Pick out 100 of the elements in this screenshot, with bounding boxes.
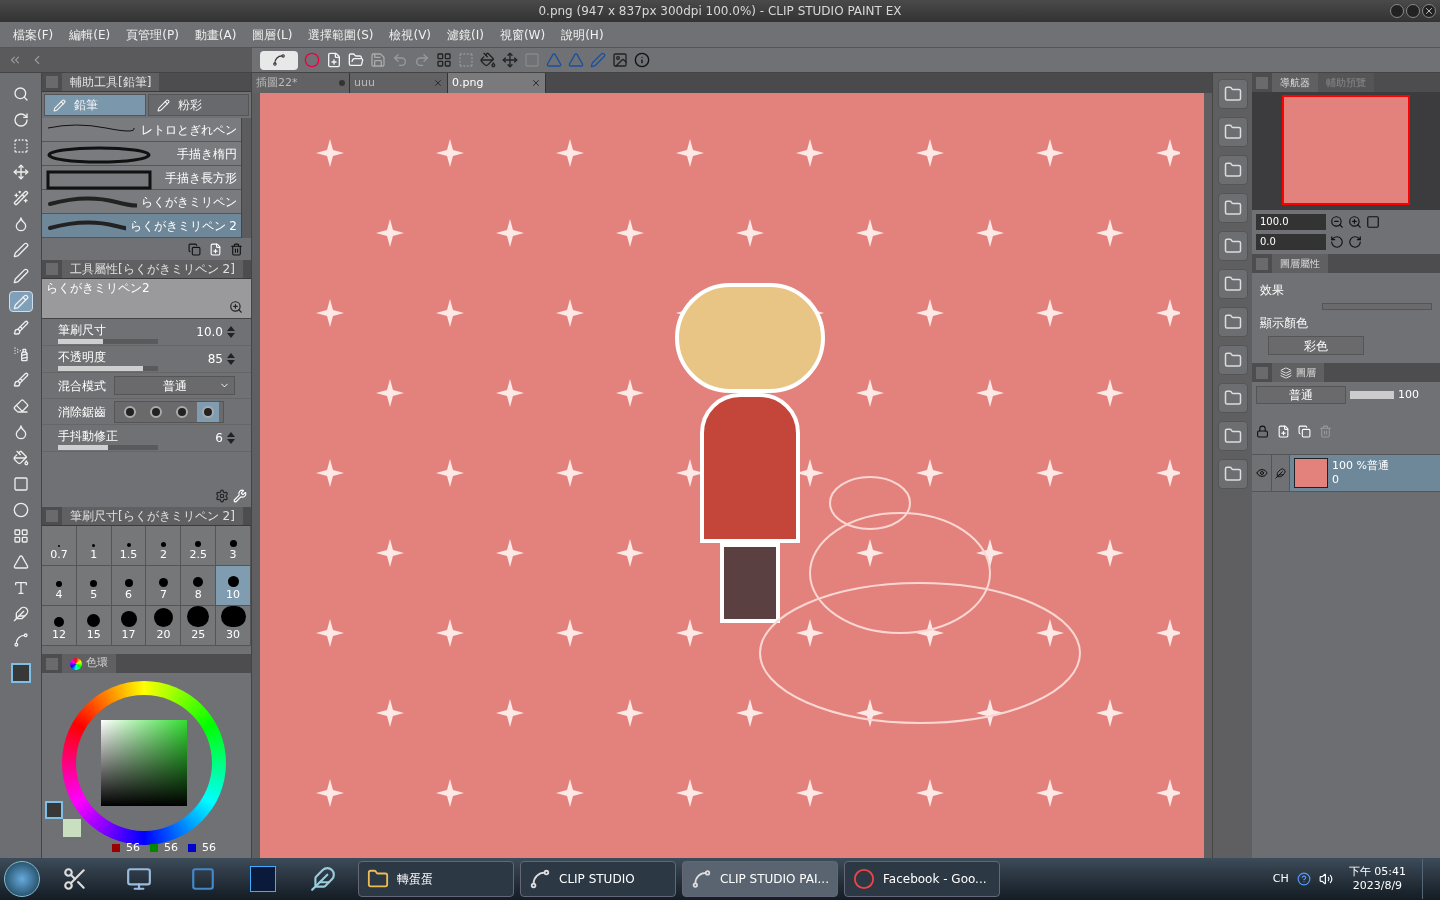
blend-mode-dropdown[interactable]: 普通: [114, 376, 235, 395]
menu-item[interactable]: 頁管理(P): [121, 25, 184, 44]
menu-item[interactable]: 濾鏡(I): [442, 25, 489, 44]
brush-size-cell[interactable]: 12: [42, 606, 77, 646]
menu-item[interactable]: 視窗(W): [494, 25, 551, 44]
rotation-field[interactable]: 0.0: [1256, 234, 1326, 250]
brush-size-cell[interactable]: 20: [146, 606, 182, 646]
minimize-button[interactable]: [1390, 4, 1404, 18]
menu-item[interactable]: 圖層(L): [247, 25, 298, 44]
start-button[interactable]: [4, 861, 40, 897]
brush-size-cell[interactable]: 0.7: [42, 526, 77, 566]
brush-size-cell[interactable]: 1: [76, 526, 112, 566]
transform-icon[interactable]: [502, 52, 518, 68]
panel-tab[interactable]: 筆刷尺寸[らくがきミリペン 2]: [62, 507, 243, 525]
gear-icon[interactable]: [215, 489, 229, 503]
taskbar-button[interactable]: Facebook - Goo...: [844, 861, 1000, 897]
lock-icon[interactable]: [1256, 424, 1269, 438]
folder-icon[interactable]: [1223, 275, 1242, 293]
brush-size-cell[interactable]: 6: [111, 566, 147, 606]
menu-item[interactable]: 編輯(E): [64, 25, 116, 44]
folder-button[interactable]: [1217, 345, 1248, 375]
info-icon[interactable]: [634, 52, 650, 68]
zoom-in-icon[interactable]: [1348, 215, 1362, 229]
subtool-group-tab[interactable]: 粉彩: [147, 94, 249, 116]
help-icon[interactable]: [1296, 872, 1311, 886]
brush-list-item[interactable]: らくがきミリペン: [42, 190, 241, 214]
brush-size-cell[interactable]: 17: [111, 606, 147, 646]
brush-size-cell[interactable]: 7: [146, 566, 182, 606]
slider-track[interactable]: [58, 444, 158, 450]
rotate-right-icon[interactable]: [1348, 235, 1362, 249]
brush-size-cell[interactable]: 1.5: [111, 526, 147, 566]
color-wheel-icon[interactable]: [70, 657, 82, 670]
brush-list-item[interactable]: 手描き長方形: [42, 166, 241, 190]
folder-button[interactable]: [1217, 231, 1248, 261]
folder-icon[interactable]: [1223, 161, 1242, 179]
copy-icon[interactable]: [188, 242, 201, 256]
folder-icon[interactable]: [1223, 199, 1242, 217]
brush-list-item[interactable]: 手描き楕円: [42, 142, 241, 166]
folder-button[interactable]: [1217, 421, 1248, 451]
color-swatch[interactable]: [10, 663, 31, 683]
fit-icon[interactable]: [1366, 215, 1380, 229]
spin-arrows-icon[interactable]: [227, 352, 235, 366]
folder-icon[interactable]: [1223, 427, 1242, 445]
sub-color-swatch[interactable]: [63, 819, 81, 837]
panel-tab[interactable]: 圖層屬性: [1272, 254, 1328, 273]
folder-icon[interactable]: [1223, 237, 1242, 255]
folder-button[interactable]: [1217, 307, 1248, 337]
window-icon[interactable]: [190, 866, 216, 892]
folder-icon[interactable]: [1223, 123, 1242, 141]
language-indicator[interactable]: CH: [1272, 870, 1289, 888]
spin-arrows-icon[interactable]: [227, 325, 235, 339]
brush-list-item[interactable]: レトロとぎれペン: [42, 118, 241, 142]
scrollbar[interactable]: [241, 118, 251, 238]
brush-size-cell[interactable]: 30: [216, 606, 251, 646]
folder-button[interactable]: [1217, 79, 1248, 109]
saturation-square[interactable]: [101, 720, 187, 806]
panel-tab[interactable]: 工具屬性[らくがきミリペン 2]: [62, 260, 243, 278]
brush-size-cell[interactable]: 25: [181, 606, 217, 646]
folder-button[interactable]: [1217, 459, 1248, 489]
document-tab[interactable]: 0.png: [448, 73, 546, 93]
folder-button[interactable]: [1217, 269, 1248, 299]
folder-button[interactable]: [1217, 117, 1248, 147]
opacity-slider[interactable]: [1350, 391, 1394, 399]
new-file-icon[interactable]: [326, 52, 342, 68]
brush-size-cell[interactable]: 4: [42, 566, 77, 606]
folder-button[interactable]: [1217, 193, 1248, 223]
panel-tab[interactable]: 圖層: [1272, 363, 1324, 382]
folder-icon[interactable]: [367, 868, 389, 890]
brush-size-cell[interactable]: 10: [216, 566, 251, 606]
spin-arrows-icon[interactable]: [227, 431, 235, 445]
grid-dots-icon[interactable]: [436, 52, 452, 68]
folder-icon[interactable]: [1223, 389, 1242, 407]
subtool-group-tab[interactable]: 鉛筆: [44, 94, 146, 116]
new-subtool-icon[interactable]: [209, 242, 222, 256]
layer-row[interactable]: 100 %普通 0: [1290, 455, 1440, 491]
antialias-option[interactable]: [197, 401, 219, 422]
fill-bucket-icon[interactable]: [480, 52, 496, 68]
trash-icon[interactable]: [230, 242, 243, 256]
document-tab[interactable]: uuu: [350, 73, 448, 93]
document-tab[interactable]: 插圖22*: [252, 73, 350, 93]
volume-icon[interactable]: [1318, 872, 1333, 886]
taskbar-button[interactable]: 轉蛋蛋: [358, 861, 514, 897]
folder-icon[interactable]: [1223, 313, 1242, 331]
main-color-swatch[interactable]: [45, 801, 63, 819]
eye-icon[interactable]: [1255, 467, 1268, 479]
rotate-left-icon[interactable]: [1330, 235, 1344, 249]
slider-track[interactable]: [58, 338, 158, 344]
taskbar-button[interactable]: CLIP STUDIO PAI...: [682, 861, 838, 897]
curve-icon[interactable]: [529, 868, 551, 890]
pencil-icon[interactable]: [53, 98, 66, 112]
menu-item[interactable]: 說明(H): [556, 25, 609, 44]
new-layer-icon[interactable]: [1277, 424, 1290, 438]
brush-size-cell[interactable]: 15: [76, 606, 112, 646]
maximize-button[interactable]: [1406, 4, 1420, 18]
blend-mode-dropdown[interactable]: 普通: [1256, 386, 1346, 404]
panel-tab[interactable]: 輔助工具[鉛筆]: [62, 73, 160, 91]
taskbar-button[interactable]: CLIP STUDIO: [520, 861, 676, 897]
folder-button[interactable]: [1217, 383, 1248, 413]
close-tab-icon[interactable]: [433, 78, 443, 88]
folder-icon[interactable]: [1223, 85, 1242, 103]
